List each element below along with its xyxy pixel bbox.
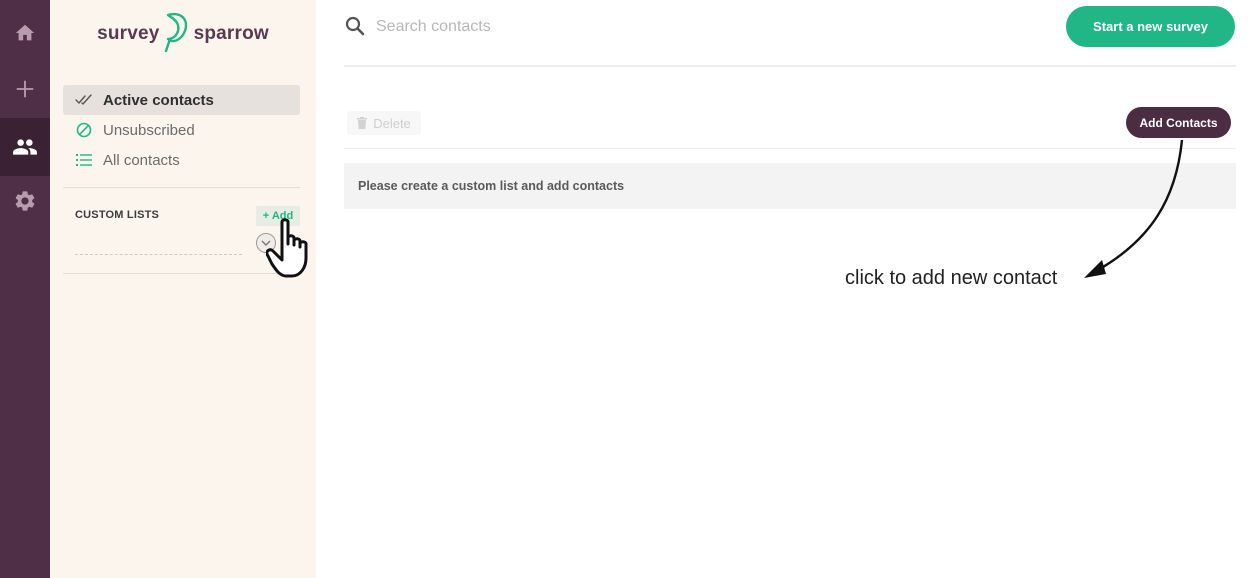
nav-label-unsubscribed: Unsubscribed — [103, 121, 195, 139]
nav-label-all-contacts: All contacts — [103, 151, 180, 169]
icon-rail — [0, 0, 50, 578]
gear-icon — [15, 191, 35, 211]
double-check-icon — [75, 91, 93, 109]
start-new-survey-button[interactable]: Start a new survey — [1066, 6, 1235, 47]
list-icon — [75, 151, 93, 169]
search-input[interactable] — [374, 14, 878, 40]
trash-icon — [357, 117, 368, 129]
home-nav-button[interactable] — [0, 4, 50, 62]
custom-lists-title: CUSTOM LISTS — [75, 209, 160, 221]
empty-state-text: Please create a custom list and add cont… — [358, 179, 625, 193]
delete-label: Delete — [373, 115, 411, 131]
nav-label-active-contacts: Active contacts — [103, 91, 214, 109]
home-icon — [15, 24, 35, 41]
annotation-arrow-icon — [1084, 140, 1184, 278]
nav-all-contacts[interactable]: All contacts — [63, 145, 300, 175]
settings-nav-button[interactable] — [0, 172, 50, 230]
delete-button[interactable]: Delete — [347, 111, 421, 135]
sidebar-divider-bottom — [63, 273, 300, 274]
nav-active-contacts[interactable]: Active contacts — [63, 85, 300, 115]
custom-list-input-line[interactable] — [75, 254, 242, 255]
sidebar-divider — [63, 187, 300, 188]
sidebar: survey sparrow Active contacts Unsubscri… — [50, 0, 316, 578]
pointer-hand-icon — [265, 218, 320, 287]
people-icon — [13, 139, 37, 155]
plus-icon — [16, 80, 34, 98]
create-nav-button[interactable] — [0, 60, 50, 118]
sparrow-logo-icon — [162, 9, 192, 59]
header-divider — [344, 65, 1236, 67]
annotation-text: click to add new contact — [845, 267, 1058, 289]
surveysparrow-logo[interactable]: survey sparrow — [97, 9, 269, 59]
add-contacts-button[interactable]: Add Contacts — [1126, 107, 1231, 138]
logo-text-left: survey — [97, 23, 160, 44]
contacts-nav-button[interactable] — [0, 118, 50, 176]
search-icon — [345, 16, 365, 41]
logo-text-right: sparrow — [193, 23, 269, 44]
nav-unsubscribed[interactable]: Unsubscribed — [63, 115, 300, 145]
blocked-circle-icon — [75, 121, 93, 139]
